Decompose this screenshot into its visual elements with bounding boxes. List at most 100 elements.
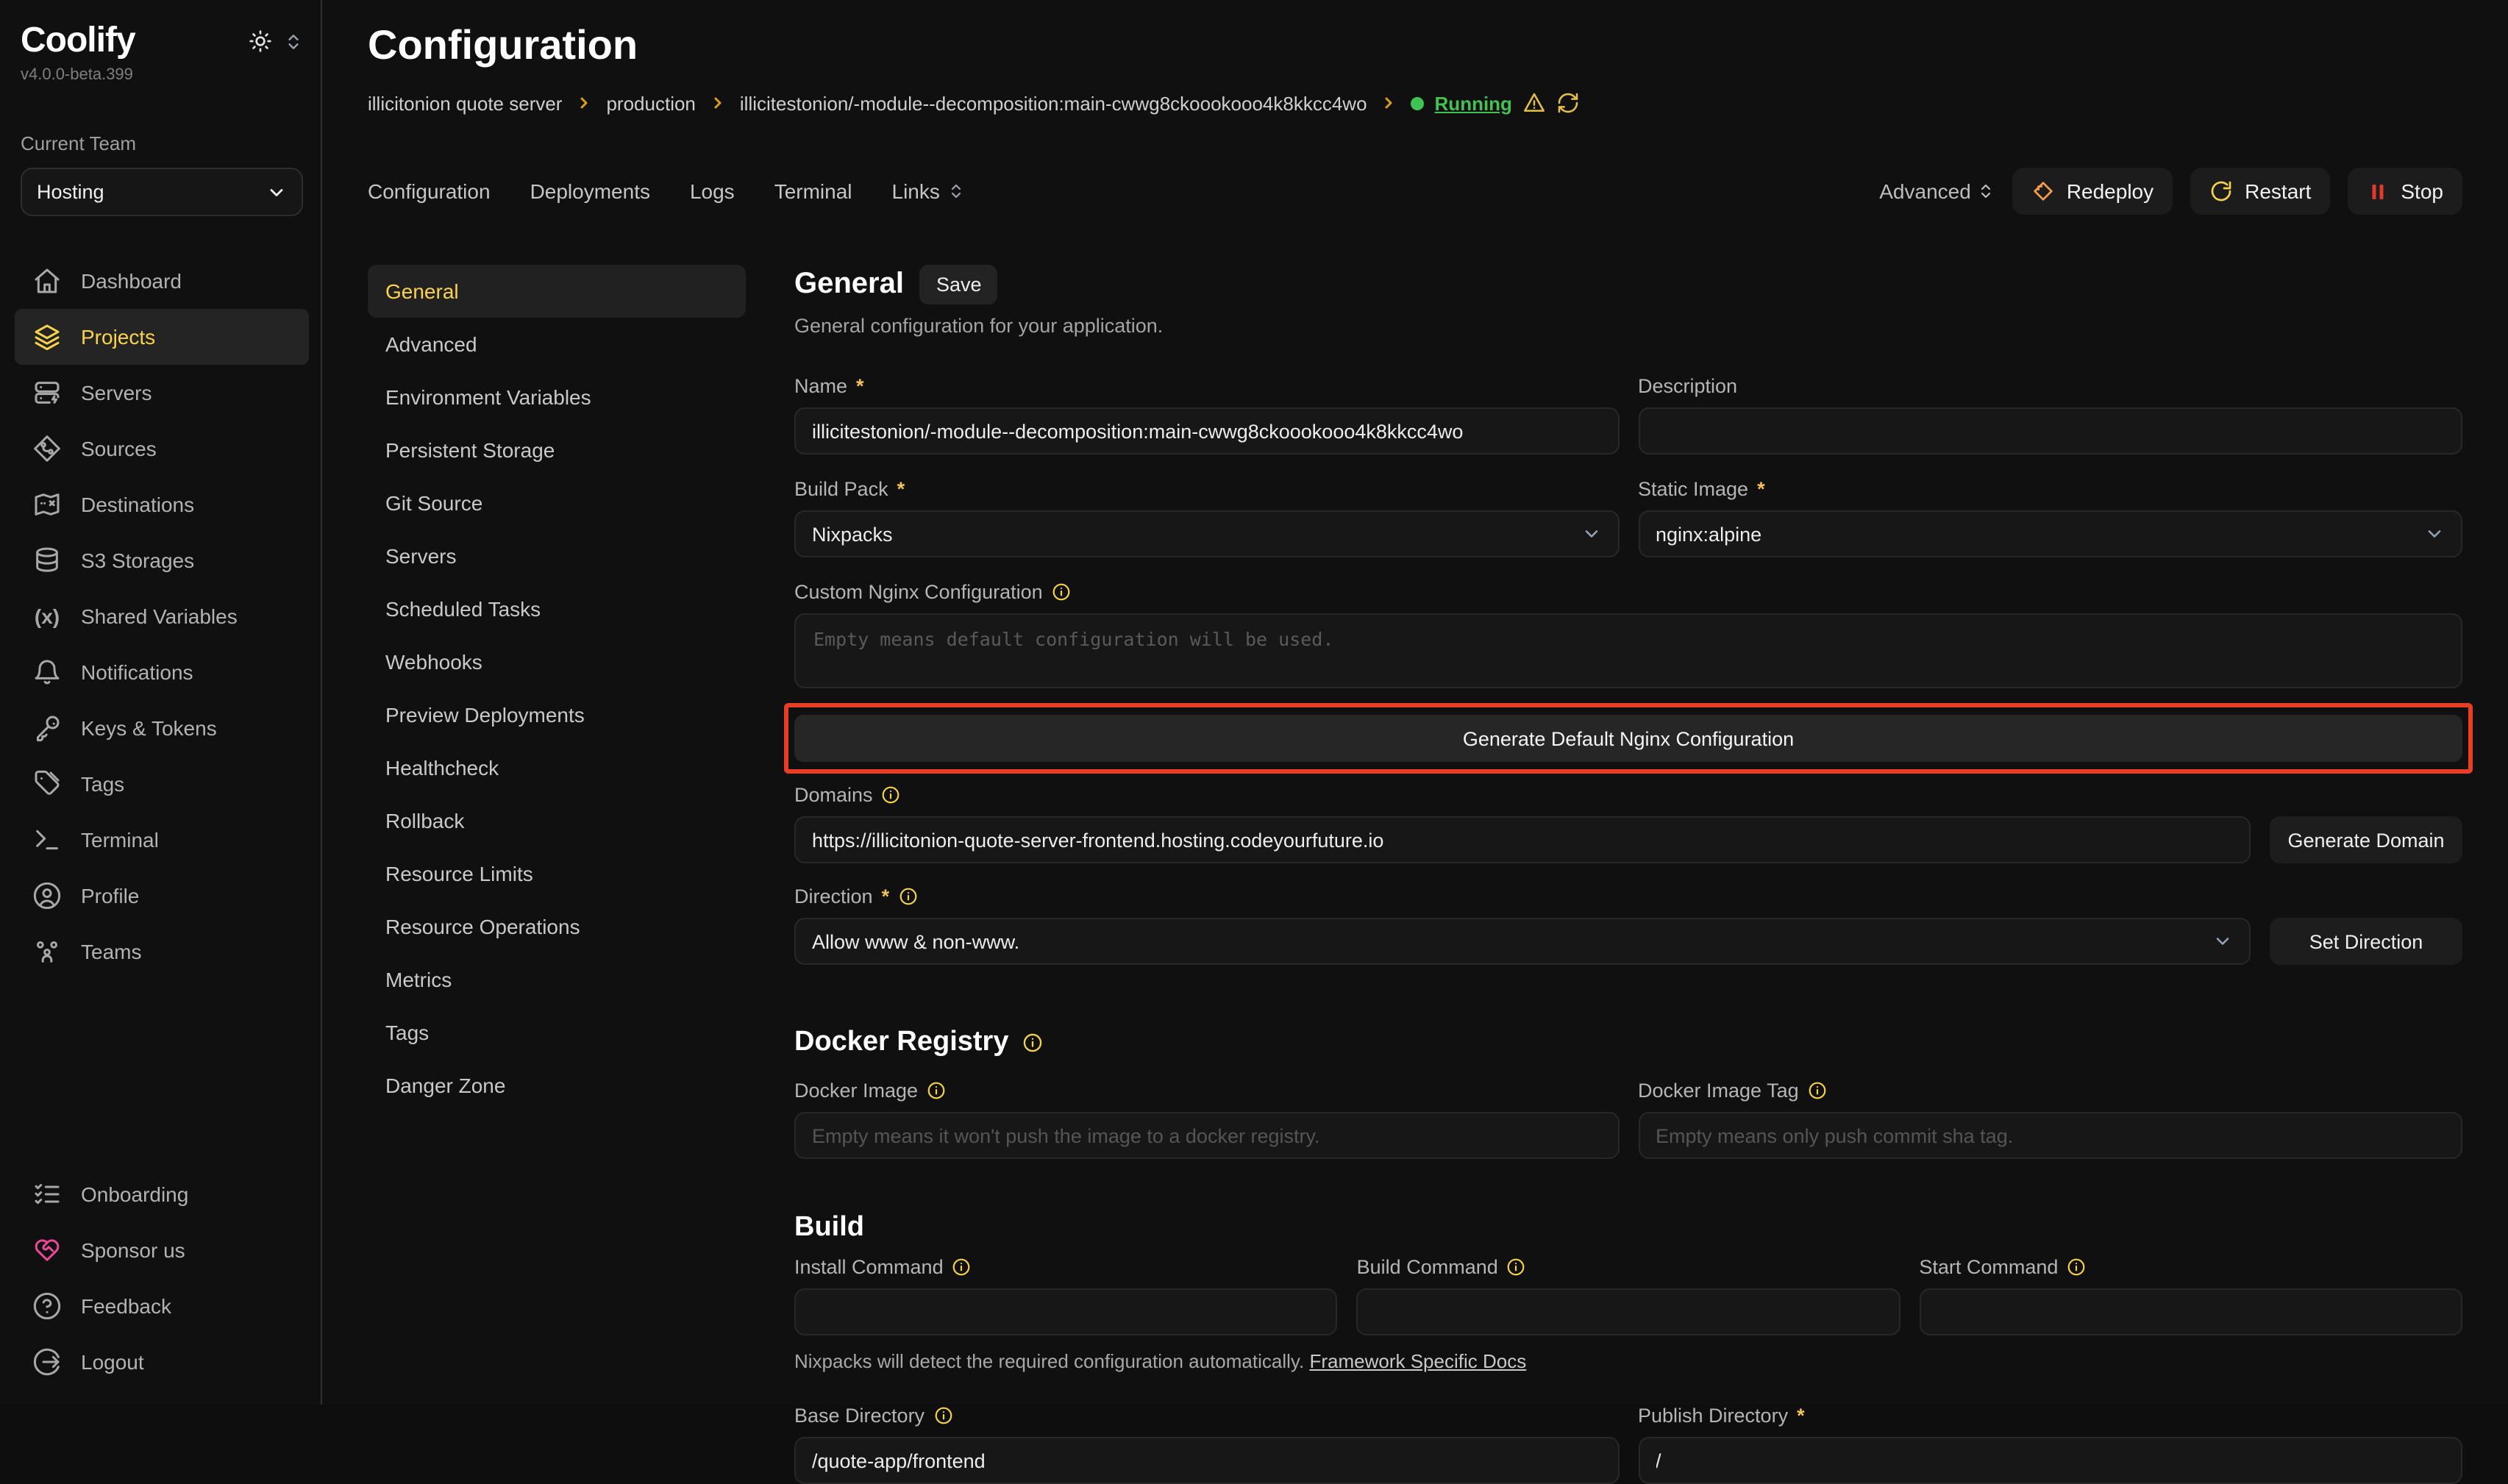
subnav-git-source[interactable]: Git Source — [368, 477, 746, 529]
key-icon — [32, 713, 62, 743]
subnav-scheduled-tasks[interactable]: Scheduled Tasks — [368, 582, 746, 635]
name-input[interactable] — [794, 407, 1619, 454]
publish-directory-input[interactable] — [1638, 1437, 2462, 1484]
info-icon[interactable] — [882, 785, 901, 805]
sidebar-item-sponsor-us[interactable]: Sponsor us — [21, 1222, 303, 1278]
sidebar-item-onboarding[interactable]: Onboarding — [21, 1166, 303, 1222]
sidebar-item-tags[interactable]: Tags — [21, 756, 303, 812]
subnav-preview-deployments[interactable]: Preview Deployments — [368, 688, 746, 741]
sidebar-item-sources[interactable]: Sources — [21, 421, 303, 477]
info-icon[interactable] — [898, 887, 917, 906]
build-heading: Build — [794, 1212, 2462, 1244]
build-pack-label: Build Pack — [794, 478, 888, 500]
sidebar-item-terminal[interactable]: Terminal — [21, 812, 303, 868]
restart-button[interactable]: Restart — [2190, 168, 2330, 215]
start-command-label: Start Command — [1919, 1256, 2058, 1278]
static-image-select[interactable]: nginx:alpine — [1638, 510, 2462, 557]
base-directory-input[interactable] — [794, 1437, 1619, 1484]
refresh-icon[interactable] — [1556, 91, 1580, 115]
description-input[interactable] — [1638, 407, 2462, 454]
general-form: General Save General configuration for y… — [794, 265, 2462, 1484]
docker-image-tag-label: Docker Image Tag — [1638, 1080, 1799, 1102]
sidebar-item-feedback[interactable]: Feedback — [21, 1278, 303, 1334]
sidebar-item-teams[interactable]: Teams — [21, 924, 303, 980]
info-icon[interactable] — [927, 1081, 946, 1100]
subnav-metrics[interactable]: Metrics — [368, 953, 746, 1006]
breadcrumb-environment[interactable]: production — [606, 92, 695, 114]
chevron-down-icon — [1581, 524, 1601, 544]
stop-button[interactable]: Stop — [2348, 168, 2462, 215]
subnav-persistent-storage[interactable]: Persistent Storage — [368, 424, 746, 477]
subnav-rollback[interactable]: Rollback — [368, 794, 746, 847]
map-icon — [32, 490, 62, 519]
info-icon[interactable] — [1507, 1258, 1526, 1277]
subnav-servers[interactable]: Servers — [368, 529, 746, 582]
custom-nginx-field: Custom Nginx Configuration — [794, 581, 2462, 696]
subnav-advanced[interactable]: Advanced — [368, 318, 746, 371]
subnav-environment-variables[interactable]: Environment Variables — [368, 371, 746, 424]
framework-docs-link[interactable]: Framework Specific Docs — [1309, 1350, 1526, 1372]
chevron-down-icon — [2424, 524, 2445, 544]
generate-domain-button[interactable]: Generate Domain — [2270, 816, 2462, 863]
tab-configuration[interactable]: Configuration — [368, 179, 491, 203]
required-mark: * — [856, 375, 864, 397]
sidebar-item-dashboard[interactable]: Dashboard — [21, 253, 303, 309]
tab-logs[interactable]: Logs — [690, 179, 735, 203]
sidebar-item-s3-storages[interactable]: S3 Storages — [21, 532, 303, 588]
team-select[interactable]: Hosting — [21, 168, 303, 216]
advanced-dropdown[interactable]: Advanced — [1879, 179, 1995, 203]
custom-nginx-textarea[interactable] — [794, 613, 2462, 688]
subnav-danger-zone[interactable]: Danger Zone — [368, 1059, 746, 1112]
info-icon[interactable] — [933, 1406, 952, 1425]
theme-select-chevrons-icon[interactable] — [284, 32, 303, 51]
info-icon[interactable] — [1808, 1081, 1827, 1100]
build-pack-field: Build Pack* Nixpacks — [794, 478, 1619, 557]
sidebar-item-keys-tokens[interactable]: Keys & Tokens — [21, 700, 303, 756]
docker-image-tag-field: Docker Image Tag — [1638, 1080, 2462, 1159]
user-circle-icon — [32, 881, 62, 910]
direction-select[interactable]: Allow www & non-www. — [794, 918, 2251, 965]
sidebar-item-shared-variables[interactable]: (x) Shared Variables — [21, 588, 303, 644]
tab-links[interactable]: Links — [892, 179, 965, 203]
subnav-resource-limits[interactable]: Resource Limits — [368, 847, 746, 900]
sidebar: Coolify v4.0.0-beta.399 Current Team Hos… — [0, 0, 322, 1405]
direction-label: Direction — [794, 885, 873, 907]
docker-image-input[interactable] — [794, 1112, 1619, 1159]
info-icon[interactable] — [1052, 582, 1071, 602]
sidebar-item-notifications[interactable]: Notifications — [21, 644, 303, 700]
tab-terminal[interactable]: Terminal — [774, 179, 852, 203]
sidebar-item-servers[interactable]: Servers — [21, 365, 303, 421]
build-pack-select[interactable]: Nixpacks — [794, 510, 1619, 557]
subnav-healthcheck[interactable]: Healthcheck — [368, 741, 746, 794]
theme-toggle-sun-icon[interactable] — [249, 29, 272, 53]
generate-nginx-button[interactable]: Generate Default Nginx Configuration — [794, 715, 2462, 762]
required-mark: * — [1757, 478, 1765, 500]
warning-triangle-icon[interactable] — [1522, 91, 1546, 115]
subnav-webhooks[interactable]: Webhooks — [368, 635, 746, 688]
home-icon — [32, 266, 62, 296]
breadcrumb-application[interactable]: illicitestonion/-module--decomposition:m… — [740, 92, 1367, 114]
set-direction-button[interactable]: Set Direction — [2270, 918, 2462, 965]
status-badge[interactable]: Running — [1435, 92, 1512, 114]
redeploy-button[interactable]: Redeploy — [2012, 168, 2173, 215]
info-icon[interactable] — [2067, 1258, 2086, 1277]
install-command-input[interactable] — [794, 1288, 1338, 1335]
sidebar-item-logout[interactable]: Logout — [21, 1334, 303, 1390]
breadcrumb-project[interactable]: illicitonion quote server — [368, 92, 562, 114]
info-icon[interactable] — [952, 1258, 972, 1277]
info-icon[interactable] — [1022, 1032, 1042, 1053]
docker-image-tag-input[interactable] — [1638, 1112, 2462, 1159]
start-command-field: Start Command — [1919, 1256, 2462, 1335]
subnav-resource-operations[interactable]: Resource Operations — [368, 900, 746, 953]
checklist-icon — [32, 1180, 62, 1209]
domains-input[interactable] — [794, 816, 2251, 863]
subnav-tags[interactable]: Tags — [368, 1006, 746, 1059]
start-command-input[interactable] — [1919, 1288, 2462, 1335]
sidebar-item-profile[interactable]: Profile — [21, 868, 303, 924]
subnav-general[interactable]: General — [368, 265, 746, 318]
build-command-input[interactable] — [1357, 1288, 1900, 1335]
tab-deployments[interactable]: Deployments — [530, 179, 650, 203]
sidebar-item-destinations[interactable]: Destinations — [21, 477, 303, 532]
sidebar-item-projects[interactable]: Projects — [15, 309, 309, 365]
save-button[interactable]: Save — [920, 265, 998, 304]
